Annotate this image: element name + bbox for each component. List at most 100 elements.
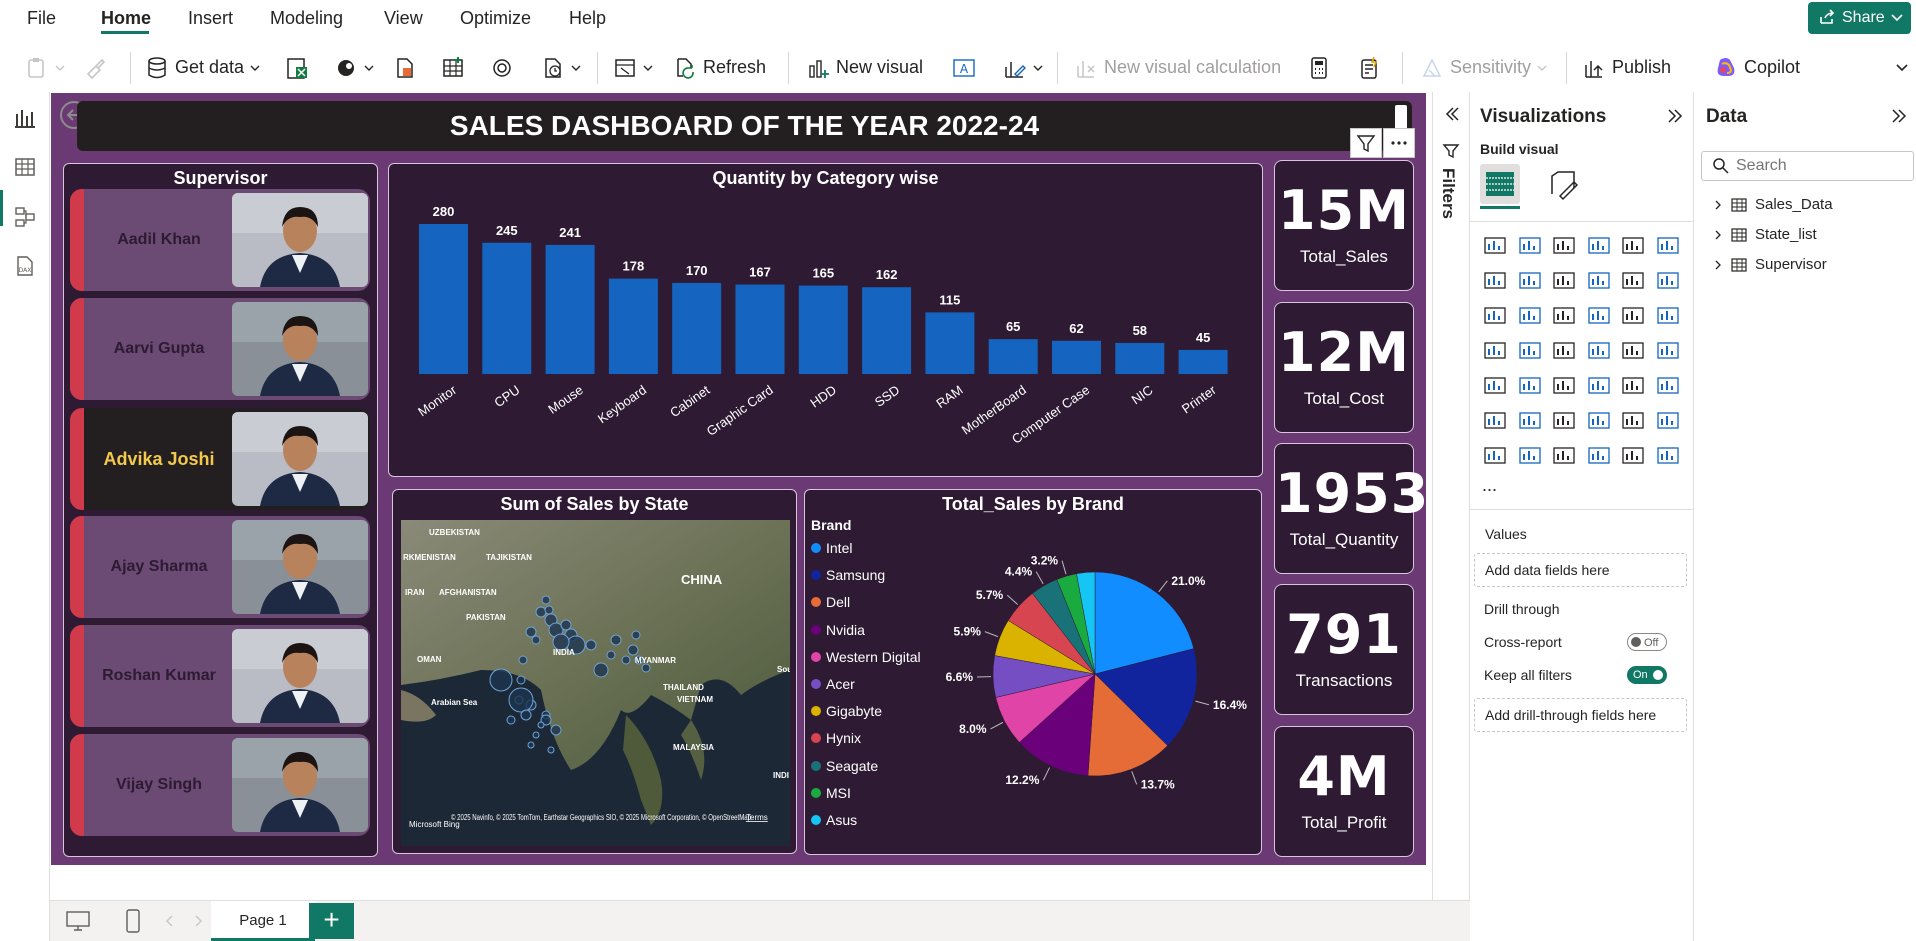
bar-cpu[interactable] bbox=[482, 242, 532, 374]
cross-report-toggle[interactable]: Off bbox=[1627, 633, 1667, 651]
map-bubble[interactable] bbox=[520, 709, 532, 721]
menu-insert[interactable]: Insert bbox=[188, 8, 233, 29]
paginated-visual-icon[interactable] bbox=[1656, 409, 1680, 431]
map-bubble[interactable] bbox=[541, 595, 551, 605]
map-visual-icon[interactable] bbox=[1518, 339, 1542, 361]
report-view-icon[interactable] bbox=[13, 106, 37, 130]
collapse-visualizations-icon[interactable] bbox=[1665, 106, 1685, 126]
map-bubble[interactable] bbox=[621, 655, 631, 665]
table-view-icon[interactable] bbox=[13, 155, 37, 179]
map-bubble[interactable] bbox=[518, 655, 528, 665]
pie-visual-icon[interactable] bbox=[1621, 304, 1645, 326]
map-bubble[interactable] bbox=[641, 663, 651, 673]
copilot-button[interactable]: Copilot bbox=[1714, 44, 1800, 91]
smart-narrative-visual-icon[interactable] bbox=[1621, 409, 1645, 431]
ribbon-visual-icon[interactable] bbox=[1483, 304, 1507, 326]
quick-measure-button[interactable] bbox=[1357, 44, 1381, 91]
supervisor-card[interactable]: Advika Joshi bbox=[70, 408, 370, 510]
enter-data-button[interactable] bbox=[441, 44, 465, 91]
r-visual-visual-icon[interactable] bbox=[1656, 374, 1680, 396]
new-measure-button[interactable] bbox=[1307, 44, 1331, 91]
bar-motherboard[interactable] bbox=[988, 339, 1038, 374]
map-bubble[interactable] bbox=[631, 630, 641, 640]
add-page-button[interactable]: + bbox=[309, 903, 354, 939]
map-bubble[interactable] bbox=[489, 668, 513, 692]
map-bubble[interactable] bbox=[550, 724, 562, 736]
chevron-right-icon[interactable] bbox=[192, 914, 204, 928]
dataverse-button[interactable] bbox=[490, 44, 514, 91]
azure-map-visual-icon[interactable] bbox=[1587, 339, 1611, 361]
transform-data-button[interactable] bbox=[613, 44, 653, 91]
table-visual-icon[interactable] bbox=[1587, 374, 1611, 396]
map-bubble[interactable] bbox=[537, 721, 545, 729]
menu-help[interactable]: Help bbox=[569, 8, 606, 29]
menu-modeling[interactable]: Modeling bbox=[270, 8, 343, 29]
model-view-icon[interactable] bbox=[13, 205, 37, 229]
format-visual-icon[interactable] bbox=[1544, 164, 1584, 204]
text-box-button[interactable]: A bbox=[952, 44, 976, 91]
chevron-left-icon[interactable] bbox=[164, 914, 176, 928]
qa-visual-icon[interactable] bbox=[1587, 409, 1611, 431]
menu-view[interactable]: View bbox=[384, 8, 423, 29]
keep-all-filters-toggle[interactable]: On bbox=[1627, 666, 1667, 684]
metrics-visual-icon[interactable] bbox=[1483, 444, 1507, 466]
visual-more-options-button[interactable] bbox=[1383, 128, 1415, 158]
table-node[interactable]: Sales_Data bbox=[1713, 196, 1833, 213]
share-button[interactable]: Share bbox=[1808, 2, 1911, 34]
map-bubble[interactable] bbox=[585, 639, 597, 651]
desktop-view-icon[interactable] bbox=[64, 909, 92, 933]
power-bi-goals-visual-icon[interactable] bbox=[1587, 444, 1611, 466]
map-bubble[interactable] bbox=[627, 644, 639, 656]
donut-visual-icon[interactable] bbox=[1656, 304, 1680, 326]
bar-printer[interactable] bbox=[1178, 349, 1228, 374]
python-visual-visual-icon[interactable] bbox=[1483, 409, 1507, 431]
map-canvas[interactable]: UZBEKISTAN RKMENISTAN TAJIKISTAN AFGHANISTA… bbox=[401, 520, 790, 846]
waterfall-visual-icon[interactable] bbox=[1518, 304, 1542, 326]
drill-through-drop-zone[interactable]: Add drill-through fields here bbox=[1474, 698, 1687, 732]
power-automate-visual-icon[interactable] bbox=[1552, 444, 1576, 466]
bar-hdd[interactable] bbox=[798, 285, 848, 374]
funnel-visual-icon[interactable] bbox=[1552, 304, 1576, 326]
data-search-input[interactable] bbox=[1736, 156, 1906, 176]
recent-sources-button[interactable] bbox=[541, 44, 581, 91]
values-drop-zone[interactable]: Add data fields here bbox=[1474, 553, 1687, 587]
supervisor-card[interactable]: Aarvi Gupta bbox=[70, 298, 370, 400]
narrative-visual-icon[interactable] bbox=[1621, 444, 1645, 466]
menu-home[interactable]: Home bbox=[101, 8, 151, 29]
filters-pane-collapsed[interactable]: Filters bbox=[1432, 92, 1468, 900]
more-visuals-button[interactable] bbox=[1003, 44, 1043, 91]
more-visuals-ellipsis[interactable]: ... bbox=[1482, 475, 1497, 496]
scatter-visual-icon[interactable] bbox=[1587, 304, 1611, 326]
chevron-right-icon[interactable] bbox=[1713, 199, 1723, 211]
paste-button[interactable] bbox=[25, 44, 65, 91]
gauge-visual-icon[interactable] bbox=[1621, 339, 1645, 361]
menu-optimize[interactable]: Optimize bbox=[460, 8, 531, 29]
sql-button[interactable] bbox=[393, 44, 417, 91]
100-stacked-bar-visual-icon[interactable] bbox=[1621, 234, 1645, 256]
map-bubble[interactable] bbox=[527, 741, 535, 749]
stacked-area-visual-icon[interactable] bbox=[1552, 269, 1576, 291]
map-bubble[interactable] bbox=[525, 626, 537, 638]
build-visual-tab[interactable] bbox=[1480, 164, 1520, 204]
100-stacked-area-visual-icon[interactable] bbox=[1587, 269, 1611, 291]
map-bubble[interactable] bbox=[560, 619, 572, 631]
line-visual-icon[interactable] bbox=[1483, 269, 1507, 291]
supervisor-card[interactable]: Roshan Kumar bbox=[70, 625, 370, 727]
stacked-bar-visual-icon[interactable] bbox=[1483, 234, 1507, 256]
line-clustered-column-visual-icon[interactable] bbox=[1656, 269, 1680, 291]
map-bubble[interactable] bbox=[532, 731, 540, 739]
bar-nic[interactable] bbox=[1115, 342, 1165, 374]
chevron-right-icon[interactable] bbox=[1713, 259, 1723, 271]
new-visual-button[interactable]: New visual bbox=[806, 44, 923, 91]
supervisor-card[interactable]: Ajay Sharma bbox=[70, 516, 370, 618]
map-bubble[interactable] bbox=[531, 635, 541, 645]
map-bubble[interactable] bbox=[506, 715, 516, 725]
decomposition-tree-visual-icon[interactable] bbox=[1552, 409, 1576, 431]
key-influencers-visual-icon[interactable] bbox=[1518, 409, 1542, 431]
supervisor-card[interactable]: Vijay Singh bbox=[70, 734, 370, 836]
bar-computer-case[interactable] bbox=[1052, 340, 1101, 374]
refresh-button[interactable]: Refresh bbox=[673, 44, 766, 91]
area-visual-icon[interactable] bbox=[1518, 269, 1542, 291]
menu-file[interactable]: File bbox=[27, 8, 56, 29]
kpi-visual-icon[interactable] bbox=[1518, 374, 1542, 396]
